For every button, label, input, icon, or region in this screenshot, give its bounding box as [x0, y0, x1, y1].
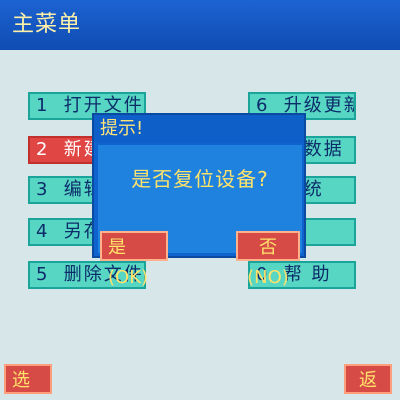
menu-item-number: 2: [36, 139, 48, 160]
window-title: 主菜单: [12, 12, 82, 37]
menu-item-number: 1: [36, 95, 48, 116]
menu-item-number: 4: [36, 221, 48, 242]
dialog-body: 是否复位设备? 是(OK) 否(NO): [98, 145, 302, 288]
select-button[interactable]: 选择: [4, 364, 52, 394]
menu-item-number: 5: [36, 264, 48, 285]
confirm-yes-button[interactable]: 是(OK): [100, 231, 168, 288]
menu-item-number: 3: [36, 179, 48, 200]
confirm-no-button[interactable]: 否(NO): [236, 231, 300, 288]
menu-item-label: 帮 助: [283, 264, 332, 285]
back-button[interactable]: 返回: [344, 364, 392, 394]
device-screen: 主菜单 1 打开文件 2 新建文件 3 编辑 4 另存 5 删除文件 6 升级更…: [0, 0, 400, 400]
dialog-message: 是否复位设备?: [131, 167, 269, 191]
window-titlebar: 主菜单: [0, 0, 400, 50]
confirm-dialog: 提示! 是否复位设备? 是(OK) 否(NO): [92, 113, 306, 288]
dialog-title: 提示!: [94, 115, 304, 143]
